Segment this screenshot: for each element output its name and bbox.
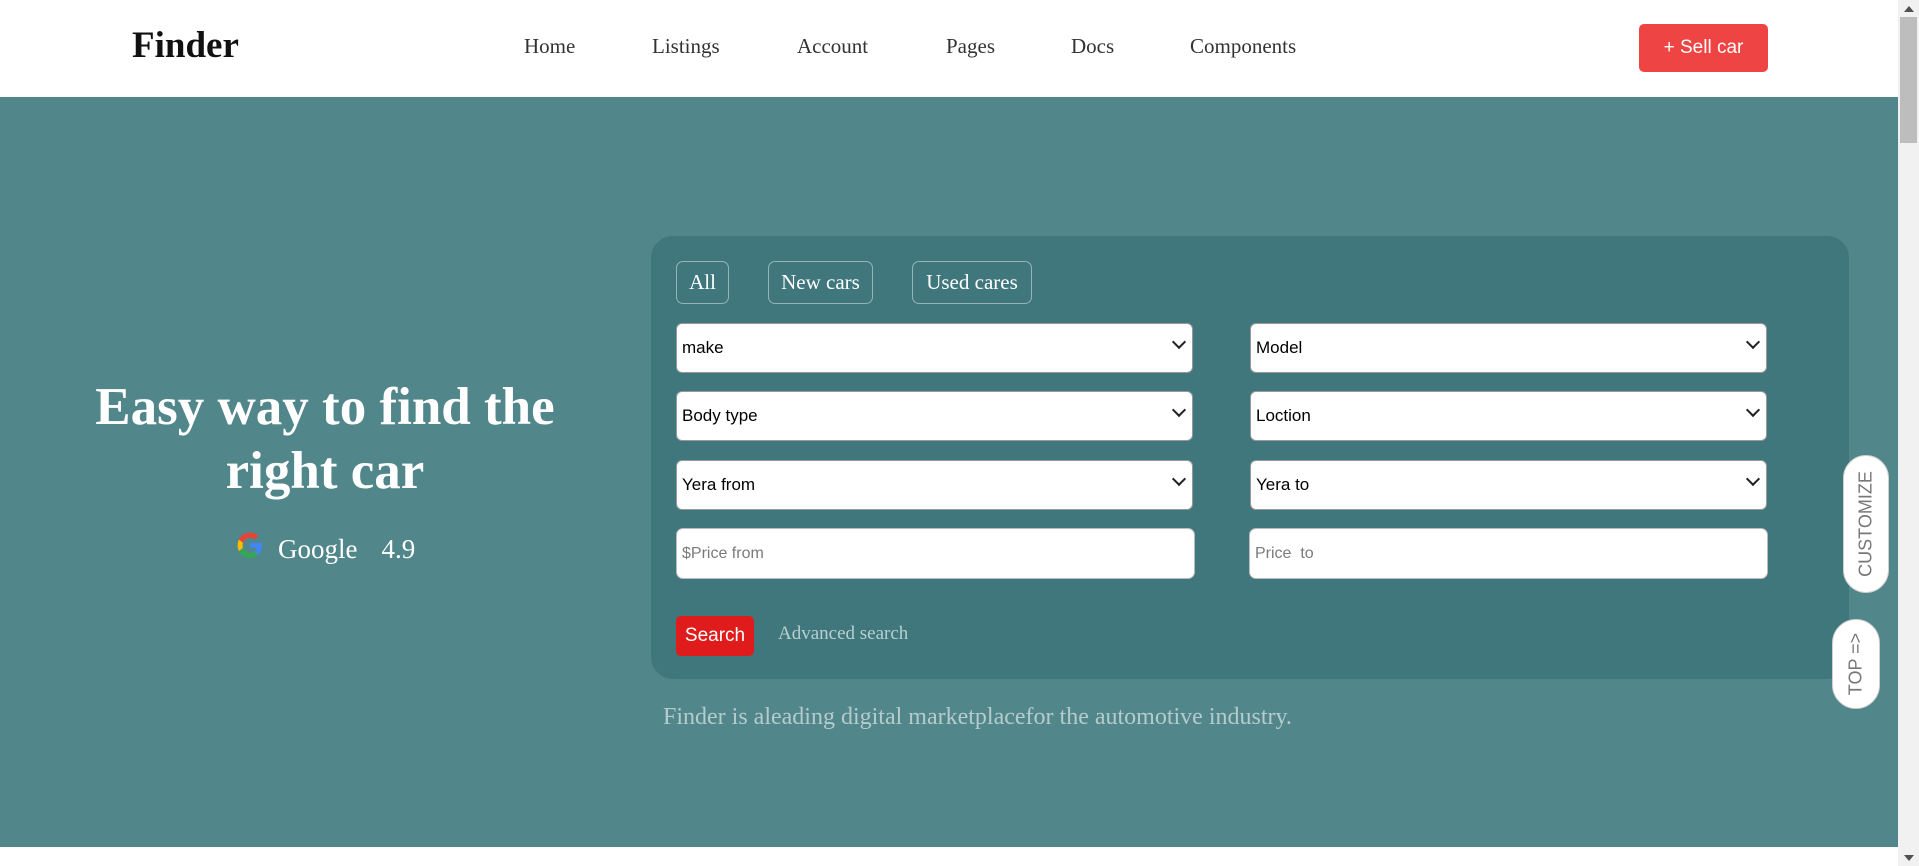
rating-source: Google bbox=[278, 533, 358, 564]
year-to-select-value: Yera to bbox=[1256, 475, 1310, 494]
search-panel: All New cars Used cares make Model Body … bbox=[651, 236, 1849, 679]
nav-docs[interactable]: Docs bbox=[1071, 34, 1114, 59]
chevron-down-icon bbox=[1171, 402, 1187, 418]
hero-title: Easy way to find the right car bbox=[95, 378, 555, 500]
price-from-input[interactable] bbox=[676, 528, 1195, 579]
nav-home[interactable]: Home bbox=[524, 34, 575, 59]
google-icon bbox=[237, 532, 262, 558]
hero-section: Easy way to find the right car Google 4.… bbox=[0, 97, 1898, 847]
chevron-down-icon bbox=[1171, 334, 1187, 350]
make-select[interactable]: make bbox=[676, 323, 1193, 373]
location-select-value: Loction bbox=[1256, 406, 1311, 425]
nav-listings[interactable]: Listings bbox=[652, 34, 720, 59]
chevron-down-icon bbox=[1171, 471, 1187, 487]
tab-used-cars[interactable]: Used cares bbox=[912, 261, 1032, 304]
chevron-down-icon bbox=[1745, 471, 1761, 487]
top-navbar: Finder Home Listings Account Pages Docs … bbox=[0, 0, 1898, 97]
year-to-select[interactable]: Yera to bbox=[1250, 460, 1767, 510]
back-to-top-button[interactable]: TOP => bbox=[1832, 619, 1880, 709]
year-from-select-value: Yera from bbox=[682, 475, 756, 494]
model-select[interactable]: Model bbox=[1250, 323, 1767, 373]
scroll-up-arrow-icon[interactable] bbox=[1898, 0, 1919, 17]
nav-pages[interactable]: Pages bbox=[946, 34, 995, 59]
model-select-value: Model bbox=[1256, 338, 1303, 357]
nav-account[interactable]: Account bbox=[797, 34, 868, 59]
make-select-value: make bbox=[682, 338, 724, 357]
year-from-select[interactable]: Yera from bbox=[676, 460, 1193, 510]
rating-value: 4.9 bbox=[381, 533, 416, 564]
main-nav: Home Listings Account Pages Docs Compone… bbox=[0, 34, 1898, 64]
google-rating: Google 4.9 bbox=[232, 527, 415, 571]
tab-new-cars[interactable]: New cars bbox=[768, 261, 873, 304]
chevron-down-icon bbox=[1745, 402, 1761, 418]
body-type-select[interactable]: Body type bbox=[676, 391, 1193, 441]
chevron-down-icon bbox=[1745, 334, 1761, 350]
sell-car-button[interactable]: + Sell car bbox=[1639, 24, 1768, 72]
nav-components[interactable]: Components bbox=[1190, 34, 1296, 59]
location-select[interactable]: Loction bbox=[1250, 391, 1767, 441]
scroll-down-arrow-icon[interactable] bbox=[1898, 849, 1919, 866]
customize-label: CUSTOMIZE bbox=[1855, 471, 1876, 577]
tab-all[interactable]: All bbox=[676, 261, 729, 304]
search-button[interactable]: Search bbox=[676, 616, 754, 656]
hero-tagline: Finder is aleading digital marketplacefo… bbox=[663, 704, 1292, 730]
back-to-top-label: TOP => bbox=[1845, 632, 1866, 696]
price-to-input[interactable] bbox=[1249, 528, 1768, 579]
customize-button[interactable]: CUSTOMIZE bbox=[1843, 455, 1889, 593]
scrollbar-thumb[interactable] bbox=[1900, 17, 1917, 143]
body-type-select-value: Body type bbox=[682, 406, 758, 425]
page-scrollbar[interactable] bbox=[1898, 0, 1919, 866]
advanced-search-link[interactable]: Advanced search bbox=[778, 623, 908, 645]
